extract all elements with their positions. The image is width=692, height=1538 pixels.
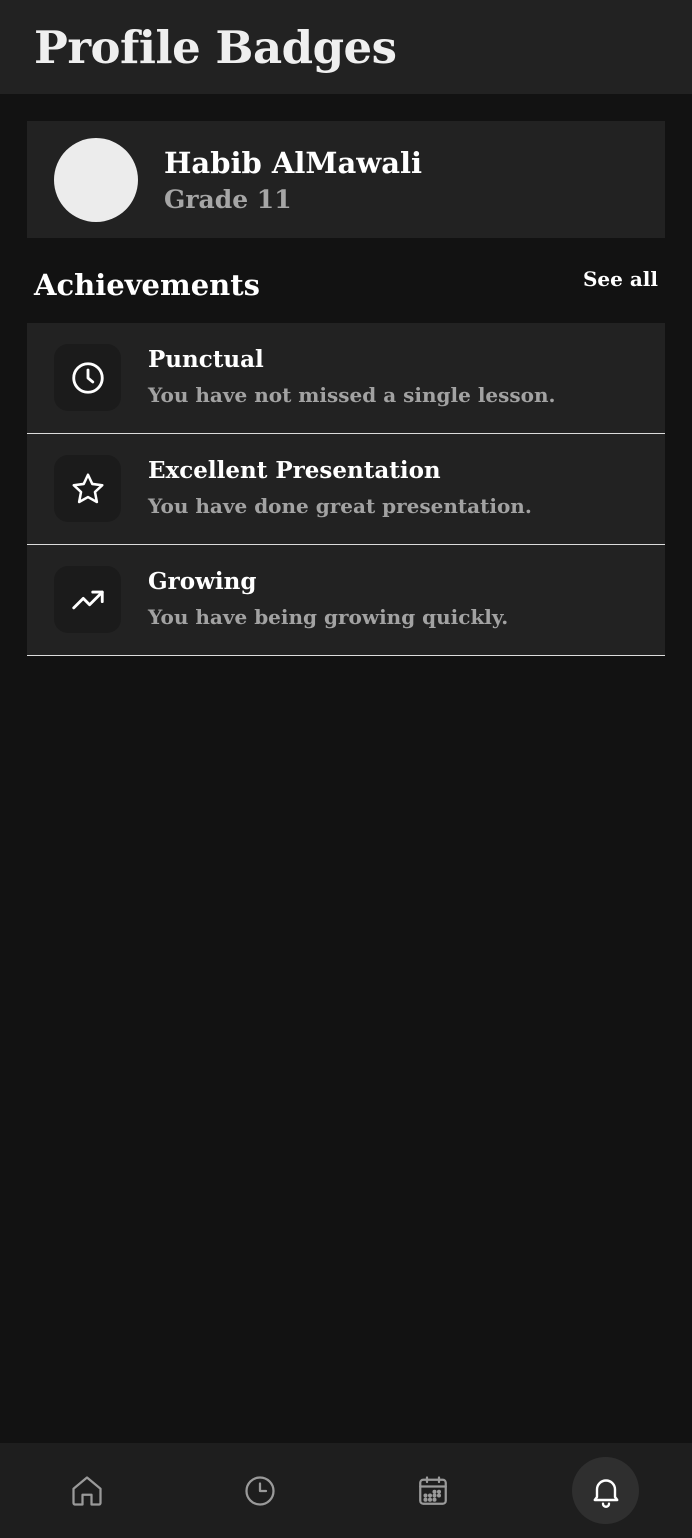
achievement-item-excellent-presentation[interactable]: Excellent Presentation You have done gre… xyxy=(27,434,665,545)
achievements-list: Punctual You have not missed a single le… xyxy=(27,323,665,656)
page-title: Profile Badges xyxy=(34,21,397,74)
profile-name: Habib AlMawali xyxy=(164,146,423,180)
achievement-item-growing[interactable]: Growing You have being growing quickly. xyxy=(27,545,665,656)
clock-icon xyxy=(244,1475,275,1506)
achievement-description: You have not missed a single lesson. xyxy=(148,383,556,407)
home-icon xyxy=(71,1475,102,1506)
app-screen: Profile Badges Habib AlMawali Grade 11 A… xyxy=(0,0,692,1538)
see-all-link[interactable]: See all xyxy=(583,264,658,294)
header-bar: Profile Badges xyxy=(0,0,692,94)
profile-card: Habib AlMawali Grade 11 xyxy=(27,121,665,238)
trending-up-icon xyxy=(54,566,121,633)
achievement-title: Punctual xyxy=(148,346,264,373)
bell-icon xyxy=(593,1478,618,1508)
bottom-navigation xyxy=(0,1443,692,1538)
nav-notifications[interactable] xyxy=(572,1457,639,1524)
star-icon xyxy=(54,455,121,522)
achievements-heading: Achievements xyxy=(34,268,260,302)
achievement-title: Excellent Presentation xyxy=(148,457,441,484)
achievement-description: You have being growing quickly. xyxy=(148,605,509,629)
avatar xyxy=(54,138,138,222)
achievement-item-punctual[interactable]: Punctual You have not missed a single le… xyxy=(27,323,665,434)
achievement-title: Growing xyxy=(148,568,257,595)
nav-calendar[interactable] xyxy=(399,1457,466,1524)
achievement-description: You have done great presentation. xyxy=(148,494,532,518)
nav-home[interactable] xyxy=(53,1457,120,1524)
clock-icon xyxy=(54,344,121,411)
profile-grade: Grade 11 xyxy=(164,185,292,214)
nav-history[interactable] xyxy=(226,1457,293,1524)
calendar-icon xyxy=(418,1475,447,1505)
